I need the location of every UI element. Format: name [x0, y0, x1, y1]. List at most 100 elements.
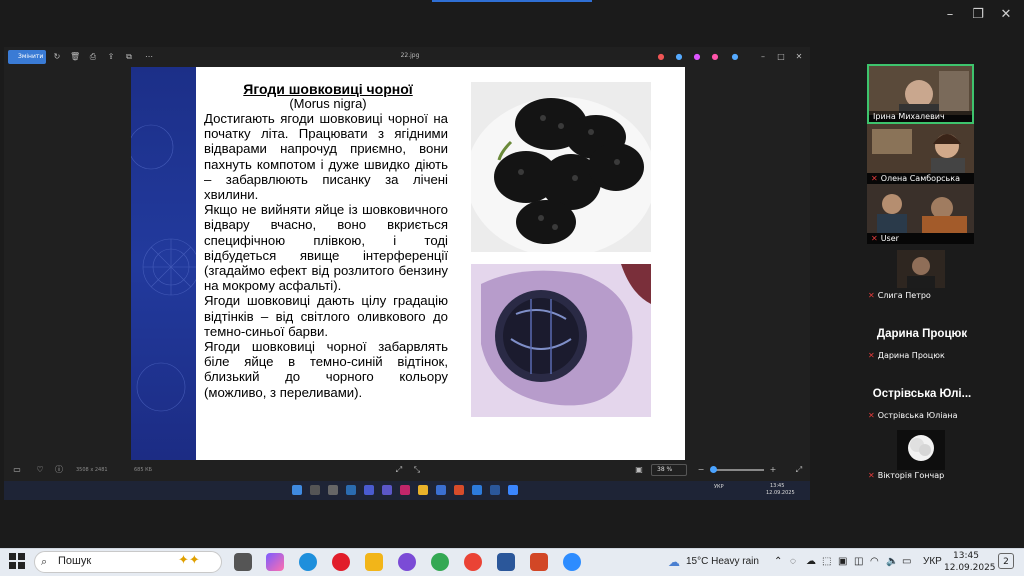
slide-body: Достигають ягоди шовковиці чорної на поч… [204, 111, 448, 400]
print-icon[interactable]: ⎙ [88, 52, 98, 62]
photos-minimize-icon[interactable]: – [758, 52, 768, 62]
share-icon[interactable]: ⇪ [106, 52, 116, 62]
participant-tile[interactable]: ✕ User [867, 184, 974, 244]
zoom-out-icon[interactable]: − [696, 465, 706, 475]
viber-icon[interactable] [398, 553, 416, 571]
participant-name: Острівська Юліана [877, 411, 958, 420]
slide-paragraph: Достигають ягоди шовковиці чорної на поч… [204, 111, 448, 203]
tray-app-icon[interactable]: ◫ [854, 556, 863, 567]
app-icon[interactable] [346, 485, 356, 495]
participant-name-row: ✕ Дарина Процюк [868, 351, 945, 360]
clock-date[interactable]: 12.09.2025 [944, 563, 996, 573]
tray-chevron-icon[interactable]: ⌃ [774, 556, 782, 567]
folder-icon[interactable] [418, 485, 428, 495]
mic-muted-icon: ✕ [871, 174, 878, 183]
app-icon-5[interactable]: ● [730, 52, 740, 62]
participant-large-name: Острівська Юлі... [872, 388, 972, 400]
expand-icon[interactable]: ⤢ [794, 465, 804, 475]
app-icon-3[interactable]: ● [692, 52, 702, 62]
slide-title: Ягоди шовковиці чорної [243, 81, 413, 97]
fullscreen-icon[interactable]: ⤢ [394, 465, 404, 475]
file-explorer-icon[interactable] [365, 553, 383, 571]
app-icon[interactable] [400, 485, 410, 495]
participant-name: Олена Самборська [880, 174, 960, 183]
participant-tile[interactable]: Ірина Михалевич [867, 64, 974, 124]
teams-icon[interactable] [382, 485, 392, 495]
participant-name-row: ✕ User [867, 233, 974, 244]
maximize-icon[interactable]: ❐ [968, 7, 988, 22]
slide-paragraph: Якщо не вийняти яйце із шовковичного від… [204, 202, 448, 294]
slide-paragraph: Ягоди шовковиці чорної забарвлять біле я… [204, 339, 448, 400]
tray-app-icon[interactable]: ▣ [838, 556, 847, 567]
word-icon[interactable] [497, 553, 515, 571]
weather-text[interactable]: 15°C Heavy rain [686, 556, 759, 567]
windows-start-icon[interactable] [8, 552, 26, 570]
weather-icon: ☁ [668, 555, 680, 569]
photos-maximize-icon[interactable]: □ [776, 52, 786, 62]
tray-app-icon[interactable]: ⬚ [822, 556, 831, 567]
task-view-icon[interactable] [328, 485, 338, 495]
info-icon[interactable]: ⓘ [54, 465, 64, 475]
zoom-level[interactable]: 38 % [651, 464, 687, 476]
search-icon: ⌕ [41, 555, 48, 568]
minimize-icon[interactable]: – [940, 7, 960, 22]
battery-icon[interactable]: ▭ [902, 556, 911, 567]
browser-icon[interactable] [472, 485, 482, 495]
copilot-icon[interactable] [266, 553, 284, 571]
task-view-icon[interactable] [234, 553, 252, 571]
zoom-app-icon[interactable] [508, 485, 518, 495]
favorite-icon[interactable]: ♡ [35, 465, 45, 475]
app-icon[interactable] [490, 485, 500, 495]
inner-time: 13:45 [770, 483, 785, 489]
dyed-egg-photo [471, 264, 651, 417]
participant-large-name: Дарина Процюк [876, 328, 968, 340]
start-icon[interactable] [292, 485, 302, 495]
tray-app-icon[interactable]: ◌ [790, 556, 796, 567]
film-strip-icon[interactable]: ▭ [12, 465, 22, 475]
rotate-icon[interactable]: ↻ [52, 52, 62, 62]
slide-subtitle: (Morus nigra) [289, 96, 367, 111]
tray-app-icon[interactable]: ☁ [806, 556, 816, 567]
volume-icon[interactable]: 🔈 [886, 556, 898, 567]
participant-name: Ірина Михалевич [869, 111, 972, 122]
delete-icon[interactable]: 🗑 [70, 52, 80, 62]
wifi-icon[interactable]: ◠ [870, 556, 879, 567]
copy-icon[interactable]: ⧉ [124, 52, 134, 62]
app-icon-1[interactable]: ● [656, 52, 666, 62]
edit-button[interactable]: Змінити [8, 50, 46, 64]
app-icon[interactable] [364, 485, 374, 495]
participant-name: Вікторія Гончар [877, 471, 945, 480]
app-icon[interactable] [454, 485, 464, 495]
photos-close-icon[interactable]: ✕ [794, 52, 804, 62]
close-icon[interactable]: ✕ [996, 7, 1016, 22]
participant-video [897, 250, 945, 288]
app-icon[interactable] [436, 485, 446, 495]
search-icon[interactable] [310, 485, 320, 495]
notifications-badge[interactable]: 2 [998, 553, 1014, 569]
mic-muted-icon: ✕ [868, 291, 875, 300]
inner-lang: УКР [714, 484, 724, 490]
language-indicator[interactable]: УКР [923, 556, 942, 567]
inner-date: 12.09.2025 [766, 490, 795, 496]
actual-size-icon[interactable]: ▣ [634, 465, 644, 475]
zoom-app-icon[interactable] [563, 553, 581, 571]
fit-icon[interactable]: ⤡ [412, 465, 422, 475]
opera-icon[interactable] [332, 553, 350, 571]
app-icon-4[interactable]: ● [710, 52, 720, 62]
participant-name: User [880, 234, 899, 243]
mic-muted-icon: ✕ [868, 471, 875, 480]
powerpoint-icon[interactable] [530, 553, 548, 571]
zoom-slider[interactable] [712, 469, 764, 471]
participant-name-row: ✕ Вікторія Гончар [868, 471, 944, 480]
more-icon[interactable]: ⋯ [144, 52, 154, 62]
zoom-slider-handle[interactable] [710, 466, 717, 473]
chrome-icon-2[interactable] [464, 553, 482, 571]
participant-tile[interactable]: ✕ Олена Самборська [867, 124, 974, 184]
zoom-in-icon[interactable]: + [768, 465, 778, 475]
mic-muted-icon: ✕ [868, 351, 875, 360]
clock-time[interactable]: 13:45 [953, 551, 979, 561]
slide-decoration-band [131, 67, 196, 460]
app-icon-2[interactable]: ● [674, 52, 684, 62]
edge-icon[interactable] [299, 553, 317, 571]
chrome-icon[interactable] [431, 553, 449, 571]
